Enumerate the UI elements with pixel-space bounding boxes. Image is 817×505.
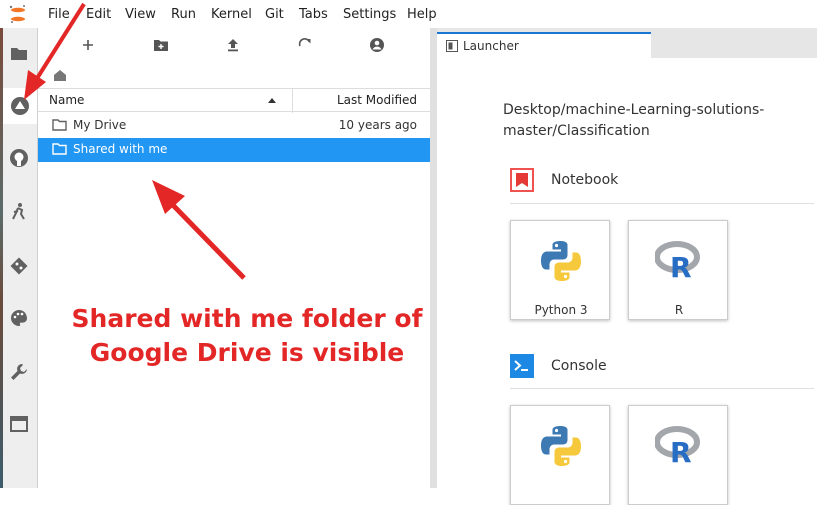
panel-splitter[interactable] [430,28,437,488]
menu-help[interactable]: Help [407,7,437,22]
new-launcher-icon[interactable] [78,36,98,54]
file-row-shared-with-me[interactable]: Shared with me [38,138,430,162]
section-divider [510,203,814,204]
section-title-notebook: Notebook [551,172,619,188]
file-name: Shared with me [73,142,168,156]
svg-text:R: R [670,251,692,284]
launcher-card-python3-notebook[interactable]: Python 3 [510,220,610,320]
card-label: R [674,303,684,317]
launcher-card-r-notebook[interactable]: R R [628,220,728,320]
annotation-caption: Shared with me folder of Google Drive is… [62,302,432,370]
r-logo-icon: R [655,241,700,284]
launcher-card-r-console[interactable]: R [628,405,728,505]
menu-settings[interactable]: Settings [343,7,396,22]
notebook-icon [510,168,534,192]
python-logo-icon [541,241,581,281]
palette-icon[interactable] [0,300,37,336]
file-name: My Drive [73,118,127,132]
file-browser: Name Last Modified My Drive 10 years ago… [38,28,430,488]
column-modified-header[interactable]: Last Modified [337,93,417,107]
menu-file[interactable]: File [48,7,70,22]
menu-tabs[interactable]: Tabs [299,7,328,22]
file-row-my-drive[interactable]: My Drive 10 years ago [38,114,430,138]
section-title-console: Console [551,358,607,374]
launcher-card-python3-console[interactable] [510,405,610,505]
menu-kernel[interactable]: Kernel [211,7,252,22]
file-list-header: Name Last Modified [38,88,430,113]
column-name-header[interactable]: Name [49,93,84,107]
github-icon[interactable] [0,140,37,176]
account-icon[interactable] [367,36,387,54]
folder-icon[interactable] [0,36,37,72]
python-logo-icon [541,426,581,466]
activity-sidebar [0,28,38,488]
folder-icon [52,143,67,155]
menu-edit[interactable]: Edit [86,7,111,22]
svg-text:R: R [670,436,692,469]
refresh-icon[interactable] [295,36,315,54]
folder-icon [52,119,67,131]
new-folder-icon[interactable] [151,36,171,54]
jupyter-logo-icon [9,5,25,23]
sort-ascending-icon [268,98,276,103]
r-logo-icon: R [655,426,700,469]
running-icon[interactable] [0,194,37,230]
tab-launcher[interactable]: Launcher [437,32,651,58]
window-edge-strip [0,28,3,488]
menu-run[interactable]: Run [171,7,196,22]
upload-icon[interactable] [223,36,243,54]
file-modified: 10 years ago [338,118,417,132]
console-icon [510,354,534,378]
menu-view[interactable]: View [125,7,156,22]
google-drive-icon[interactable] [0,88,37,124]
file-browser-toolbar [38,28,430,62]
annotation-line-1: Shared with me folder of [71,304,423,333]
annotation-line-2: Google Drive is visible [89,338,405,367]
tab-label: Launcher [463,39,519,53]
launcher-icon [446,40,458,52]
column-divider[interactable] [292,89,293,113]
tabs-icon[interactable] [0,406,37,442]
section-divider [510,388,814,389]
menu-bar: File Edit View Run Kernel Git Tabs Setti… [0,0,817,28]
card-label: Python 3 [534,303,588,317]
git-icon[interactable] [0,248,37,284]
wrench-icon[interactable] [0,354,37,390]
main-area: Launcher Desktop/machine-Learning-soluti… [437,28,817,505]
tab-bar: Launcher [437,28,817,58]
launcher-path: Desktop/machine-Learning-solutions-maste… [503,102,765,139]
menu-git[interactable]: Git [265,7,284,22]
home-breadcrumb-icon[interactable] [52,68,68,82]
